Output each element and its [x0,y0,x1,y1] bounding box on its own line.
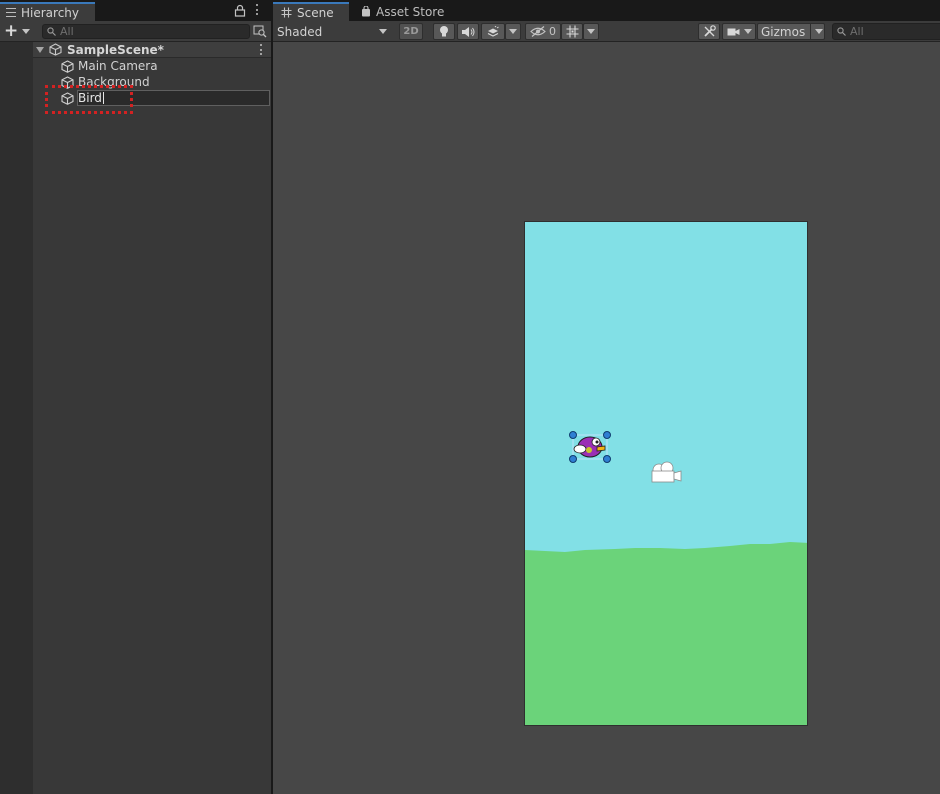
plus-icon: + [4,21,19,41]
tab-scene[interactable]: Scene [273,2,349,21]
hidden-objects-count: 0 [549,25,556,38]
toggle-2d-label: 2D [403,26,419,37]
tools-icon [703,25,716,37]
grid-dropdown-button[interactable] [583,23,599,40]
scene-row[interactable]: SampleScene* [33,42,271,58]
hierarchy-menu-icon[interactable] [253,4,261,17]
scene-name: SampleScene* [67,42,164,57]
tree-gutter [0,42,33,794]
bird-sprite[interactable] [567,429,613,467]
tab-scene-label: Scene [297,5,334,20]
grid-toggle-button[interactable] [561,23,583,40]
camera-gizmo-icon[interactable] [648,459,684,487]
toggle-2d-button[interactable]: 2D [399,23,423,40]
search-icon [47,27,56,36]
hierarchy-tab-bar: Hierarchy [0,0,271,21]
gizmos-label: Gizmos [761,24,806,39]
search-icon [837,27,846,36]
lighting-toggle-button[interactable] [433,23,455,40]
hierarchy-tree: SampleScene* Main Camera Background Bird [0,42,271,794]
list-icon [6,8,16,17]
create-button[interactable]: + [4,23,34,40]
scene-tools-button[interactable] [698,23,720,40]
annotation-highlight-box [45,85,133,114]
expand-arrow-icon[interactable] [36,46,44,53]
chevron-down-icon [509,29,517,34]
hierarchy-search-input[interactable] [60,25,240,38]
effects-layers-icon [487,25,499,37]
hierarchy-search-field[interactable] [42,24,250,39]
video-camera-icon [727,28,739,35]
lock-icon[interactable] [234,4,246,17]
filter-scene-icon[interactable] [253,24,267,38]
hierarchy-toolbar: + [0,21,271,42]
tab-asset-store-label: Asset Store [376,4,445,19]
scene-menu-icon[interactable] [257,44,265,55]
grid-hash-icon [281,7,292,18]
lightbulb-icon [440,26,448,37]
grid-snap-icon [566,25,578,38]
tab-asset-store[interactable]: Asset Store [353,2,453,21]
chevron-down-icon [743,29,752,34]
hierarchy-item-label: Main Camera [78,59,158,73]
scene-toolbar: Shaded 2D 0 Gizmos All [273,21,940,42]
hierarchy-tab-label: Hierarchy [21,5,80,20]
eye-slash-icon [530,26,546,37]
shading-mode-value: Shaded [277,24,323,39]
effects-toggle-button[interactable] [481,23,505,40]
hierarchy-panel: Hierarchy + All SampleScene* Main Camera… [0,0,271,794]
scene-tab-bar: Scene Asset Store [273,0,940,21]
scene-search-input[interactable] [850,25,940,38]
scene-panel: Scene Asset Store Shaded 2D 0 Gizmos All [273,0,940,794]
scene-search-field[interactable] [832,23,940,40]
camera-settings-button[interactable] [722,23,756,40]
gizmos-button[interactable]: Gizmos [757,23,825,40]
scene-visibility-button[interactable]: 0 [525,23,561,40]
tree-content-area [33,42,271,794]
chevron-down-icon [587,29,595,34]
chevron-down-icon [22,29,31,34]
chevron-down-icon [379,29,387,34]
audio-toggle-button[interactable] [457,23,479,40]
effects-dropdown-button[interactable] [505,23,521,40]
scene-viewport[interactable] [273,42,940,794]
gameobject-cube-icon [61,59,74,73]
speaker-icon [462,26,475,37]
unity-scene-icon [49,43,62,56]
hierarchy-item-main-camera[interactable]: Main Camera [33,58,271,74]
chevron-down-icon[interactable] [815,29,823,34]
shopping-bag-icon [362,6,370,17]
shading-mode-dropdown[interactable]: Shaded [275,23,391,40]
gizmos-separator [810,24,811,39]
tab-hierarchy[interactable]: Hierarchy [0,2,95,21]
